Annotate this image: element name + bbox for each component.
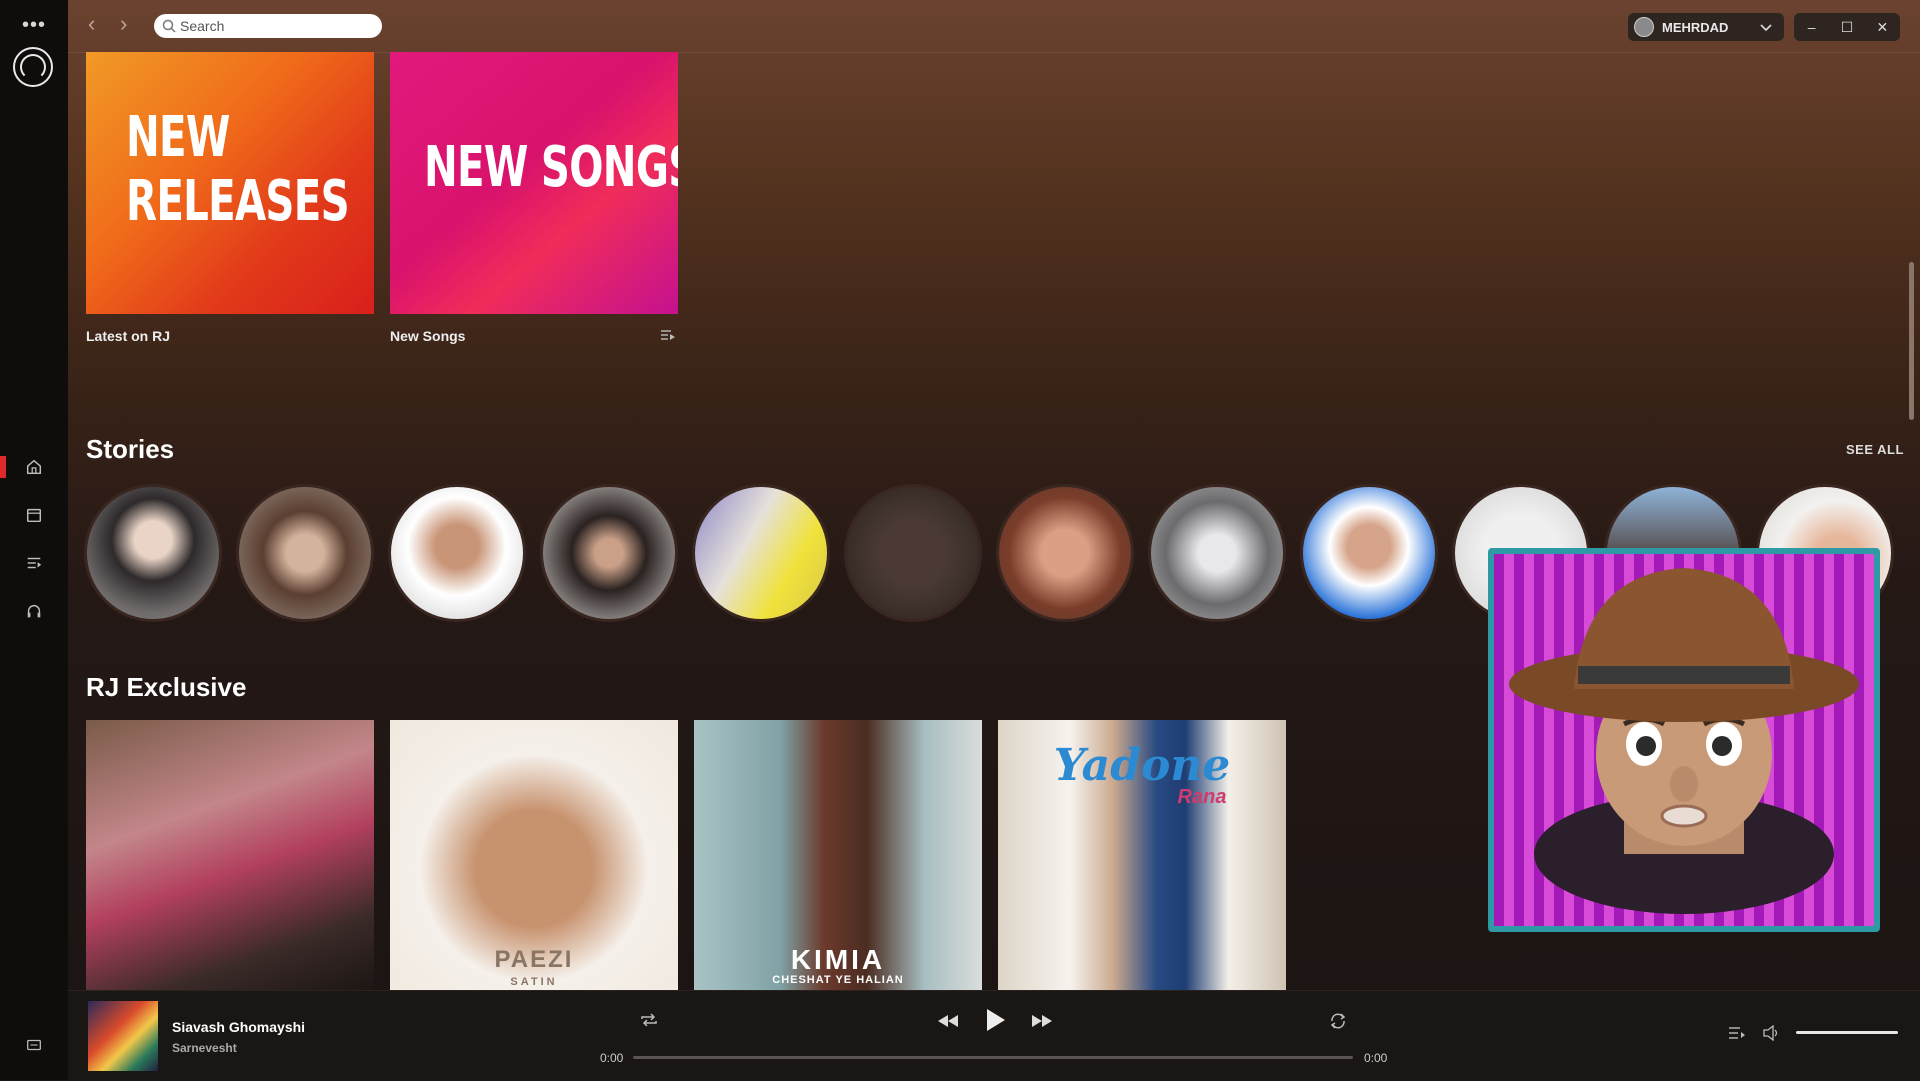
calendar-icon[interactable]	[0, 498, 68, 532]
story-1[interactable]	[84, 484, 222, 622]
volume-slider[interactable]	[1796, 1031, 1898, 1034]
menu-dots-icon[interactable]: •••	[22, 14, 46, 37]
next-icon[interactable]	[1030, 1013, 1054, 1029]
new-songs-art-text: NEW SONGS	[424, 135, 678, 200]
new-releases-tile[interactable]: NEW RELEASES	[86, 52, 374, 314]
new-songs-tile[interactable]: NEW SONGS	[390, 52, 678, 314]
exclusive-item-3-sublabel: CHESHAT YE HALIAN	[772, 974, 904, 986]
previous-icon[interactable]	[936, 1013, 960, 1029]
window-controls: – ☐ ✕	[1794, 13, 1900, 41]
radiojavan-logo[interactable]	[13, 47, 53, 87]
stories-title: Stories	[86, 434, 175, 464]
search-input[interactable]: Search	[154, 14, 382, 38]
exclusive-item-3-label: KIMIA	[790, 944, 886, 975]
user-menu[interactable]: MEHRDAD	[1628, 13, 1784, 41]
forward-arrow-icon[interactable]: ›	[120, 13, 140, 36]
exclusive-item-3[interactable]: KIMIA CHESHAT YE HALIAN	[694, 720, 982, 990]
scrollbar-thumb[interactable]	[1909, 262, 1914, 420]
video-pip[interactable]	[1488, 548, 1880, 932]
exclusive-item-4-label: Yadone	[1053, 740, 1231, 791]
time-elapsed: 0:00	[600, 1051, 624, 1065]
top-bar: ‹ › Search MEHRDAD – ☐ ✕	[68, 0, 1920, 53]
queue-icon[interactable]	[1728, 1025, 1746, 1041]
search-placeholder: Search	[180, 18, 225, 34]
story-7[interactable]	[996, 484, 1134, 622]
story-4[interactable]	[540, 484, 678, 622]
player-bar: Siavash Ghomayshi Sarnevesht 0:00 0:00	[68, 990, 1920, 1081]
lyrics-icon[interactable]	[0, 1028, 68, 1062]
minimize-icon[interactable]: –	[1794, 13, 1829, 41]
playlist-icon[interactable]	[660, 328, 676, 342]
now-playing-artwork[interactable]	[88, 1001, 158, 1071]
time-total: 0:00	[1364, 1051, 1388, 1065]
exclusive-item-2-sublabel: SATIN	[510, 976, 558, 988]
story-6[interactable]	[844, 484, 982, 622]
exclusive-item-1[interactable]	[86, 720, 374, 990]
story-2[interactable]	[236, 484, 374, 622]
memoji-avatar	[1509, 568, 1859, 914]
playlist-icon[interactable]	[0, 546, 68, 580]
main-content: ‹ › Search MEHRDAD – ☐ ✕ NEW RELEASES La…	[68, 0, 1920, 990]
track-title[interactable]: Siavash Ghomayshi	[172, 1019, 305, 1035]
headphones-icon[interactable]	[0, 594, 68, 628]
chevron-down-icon	[1760, 24, 1772, 32]
new-songs-caption[interactable]: New Songs	[390, 328, 465, 344]
rj-exclusive-title: RJ Exclusive	[86, 672, 247, 702]
play-icon[interactable]	[982, 1007, 1008, 1033]
new-releases-caption[interactable]: Latest on RJ	[86, 328, 170, 344]
search-icon	[162, 19, 176, 33]
shuffle-icon[interactable]	[1328, 1011, 1348, 1031]
story-5[interactable]	[692, 484, 830, 622]
repeat-icon[interactable]	[639, 1011, 659, 1029]
volume-icon[interactable]	[1762, 1025, 1780, 1041]
home-icon[interactable]	[0, 450, 68, 484]
exclusive-item-2-label: PAEZI	[494, 946, 574, 973]
user-name: MEHRDAD	[1662, 19, 1729, 35]
progress-bar[interactable]	[633, 1056, 1353, 1059]
back-arrow-icon[interactable]: ‹	[88, 13, 108, 36]
story-3[interactable]	[388, 484, 526, 622]
new-releases-art-text: NEW RELEASES	[126, 105, 350, 234]
close-icon[interactable]: ✕	[1865, 13, 1900, 41]
maximize-icon[interactable]: ☐	[1829, 13, 1864, 41]
exclusive-item-4-sublabel: Rana	[1177, 786, 1227, 808]
exclusive-item-2[interactable]: PAEZI SATIN	[390, 720, 678, 990]
avatar	[1634, 17, 1654, 37]
story-8[interactable]	[1148, 484, 1286, 622]
sidebar: •••	[0, 0, 68, 1080]
exclusive-item-4[interactable]: Yadone Rana	[998, 720, 1286, 990]
track-artist[interactable]: Sarnevesht	[172, 1041, 237, 1055]
see-all-link[interactable]: SEE ALL	[1846, 442, 1904, 457]
story-9[interactable]	[1300, 484, 1438, 622]
